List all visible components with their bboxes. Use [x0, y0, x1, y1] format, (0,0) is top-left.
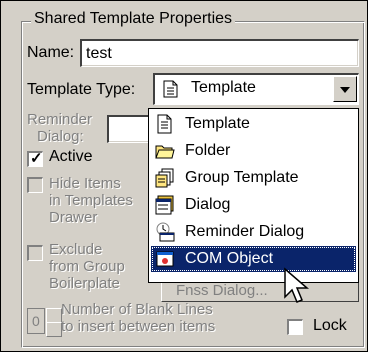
spin-up-icon[interactable]	[46, 308, 62, 323]
fnss-dialog-button-label: Fnss Dialog...	[176, 282, 268, 299]
document-icon	[157, 114, 172, 134]
blank-lines-spinner[interactable]: 0	[27, 306, 62, 337]
group-title: Shared Template Properties	[31, 10, 236, 28]
template-type-label: Template Type:	[27, 81, 136, 98]
option-label: COM Object	[185, 250, 274, 267]
mouse-pointer-icon	[284, 267, 310, 303]
dialog-icon	[155, 195, 174, 215]
checkmark-icon: ✓	[30, 150, 43, 167]
template-type-selected: Template	[191, 79, 256, 96]
hide-items-checkbox[interactable]	[27, 177, 43, 193]
exclude-label-3: Boilerplate	[49, 275, 120, 292]
option-group-template[interactable]: Group Template	[151, 165, 356, 191]
exclude-label-1: Exclude	[49, 241, 103, 258]
group-template-icon	[155, 168, 174, 188]
chevron-down-icon[interactable]	[333, 76, 357, 102]
template-type-dropdown: Template Folder Group Template Dialog Re…	[148, 108, 359, 283]
option-template[interactable]: Template	[151, 111, 356, 137]
properties-panel: Shared Template Properties Name: test Te…	[0, 0, 368, 352]
fnss-dialog-button[interactable]: Fnss Dialog...	[161, 280, 359, 302]
document-icon	[163, 80, 178, 98]
name-value: test	[86, 45, 112, 62]
option-label: Template	[185, 115, 250, 132]
hide-items-label-1: Hide Items	[49, 175, 121, 192]
reminder-dialog-label-2: Dialog:	[37, 128, 84, 145]
com-object-icon	[156, 251, 174, 267]
blank-lines-label-2: to insert between items	[61, 318, 216, 335]
option-dialog[interactable]: Dialog	[151, 192, 356, 218]
option-label: Group Template	[185, 169, 299, 186]
exclude-checkbox[interactable]	[27, 245, 43, 261]
reminder-dialog-label-1: Reminder	[27, 111, 93, 128]
exclude-label-2: from Group	[49, 258, 125, 275]
folder-icon	[155, 145, 175, 159]
blank-lines-value: 0	[27, 308, 45, 334]
name-label: Name:	[27, 44, 75, 61]
active-label: Active	[49, 148, 93, 165]
option-folder[interactable]: Folder	[151, 138, 356, 164]
active-checkbox[interactable]: ✓	[27, 150, 43, 167]
option-com-object[interactable]: COM Object	[151, 246, 356, 272]
option-label: Reminder Dialog	[185, 223, 305, 240]
option-label: Dialog	[185, 196, 231, 213]
hide-items-label-3: Drawer	[49, 209, 98, 226]
hide-items-label-2: in Templates	[49, 192, 133, 209]
lock-label: Lock	[313, 317, 347, 334]
option-reminder-dialog[interactable]: Reminder Dialog	[151, 219, 356, 245]
template-type-select[interactable]: Template	[153, 73, 359, 105]
blank-lines-label-1: Number of Blank Lines	[61, 301, 213, 318]
name-input[interactable]: test	[80, 39, 359, 67]
spin-down-icon[interactable]	[46, 322, 62, 337]
option-label: Folder	[185, 142, 231, 159]
reminder-dialog-icon	[156, 222, 175, 242]
lock-checkbox[interactable]	[287, 319, 303, 335]
